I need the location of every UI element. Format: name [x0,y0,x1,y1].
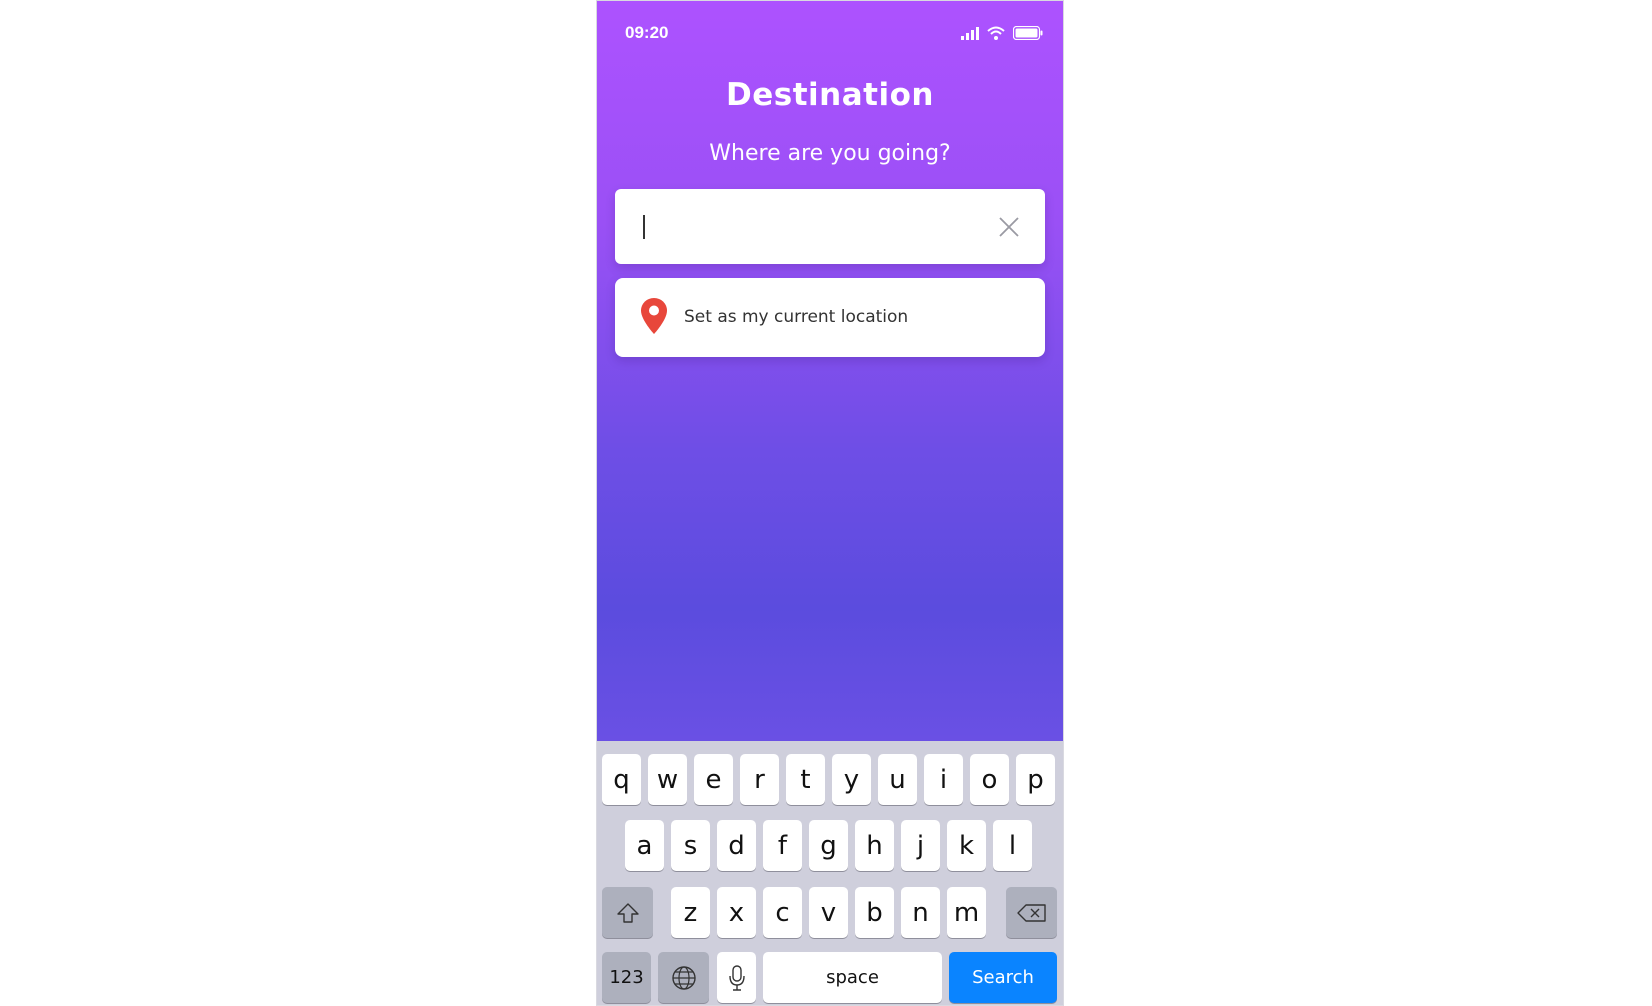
text-caret [643,215,645,239]
key-i[interactable]: i [924,754,963,805]
space-key[interactable]: space [763,952,942,1003]
current-location-label: Set as my current location [684,307,909,327]
current-location-button[interactable]: Set as my current location [615,278,1045,357]
numbers-key[interactable]: 123 [602,952,651,1003]
key-q[interactable]: q [602,754,641,805]
key-k[interactable]: k [947,820,986,871]
microphone-icon [728,964,745,991]
key-l[interactable]: l [993,820,1032,871]
battery-icon [1013,26,1043,40]
key-s[interactable]: s [671,820,710,871]
key-z[interactable]: z [671,887,710,938]
microphone-key[interactable] [717,952,756,1003]
key-a[interactable]: a [625,820,664,871]
destination-screen: 09:20 Destination Where are you going? S… [597,1,1063,741]
key-h[interactable]: h [855,820,894,871]
phone-frame: 09:20 Destination Where are you going? S… [596,0,1064,1006]
signal-icon [961,26,979,40]
location-pin-icon [641,298,667,334]
clear-icon[interactable] [997,215,1021,239]
key-t[interactable]: t [786,754,825,805]
key-m[interactable]: m [947,887,986,938]
key-e[interactable]: e [694,754,733,805]
key-d[interactable]: d [717,820,756,871]
key-y[interactable]: y [832,754,871,805]
status-time: 09:20 [625,23,669,42]
key-o[interactable]: o [970,754,1009,805]
key-p[interactable]: p [1016,754,1055,805]
shift-key[interactable] [602,887,653,938]
key-g[interactable]: g [809,820,848,871]
key-b[interactable]: b [855,887,894,938]
globe-icon [671,965,696,990]
search-box [615,189,1045,264]
keyboard: q w e r t y u i o p a s d f g h j k l z … [597,741,1063,1005]
globe-key[interactable] [658,952,709,1003]
key-x[interactable]: x [717,887,756,938]
status-icons [961,26,1043,40]
key-u[interactable]: u [878,754,917,805]
key-f[interactable]: f [763,820,802,871]
key-v[interactable]: v [809,887,848,938]
backspace-key[interactable] [1006,887,1057,938]
page-title: Destination [726,77,934,113]
key-j[interactable]: j [901,820,940,871]
shift-icon [616,902,639,923]
key-w[interactable]: w [648,754,687,805]
page-subtitle: Where are you going? [709,141,951,166]
destination-input[interactable] [641,203,985,251]
backspace-icon [1016,903,1046,922]
search-key[interactable]: Search [949,952,1057,1003]
key-r[interactable]: r [740,754,779,805]
key-n[interactable]: n [901,887,940,938]
wifi-icon [987,26,1005,40]
key-c[interactable]: c [763,887,802,938]
